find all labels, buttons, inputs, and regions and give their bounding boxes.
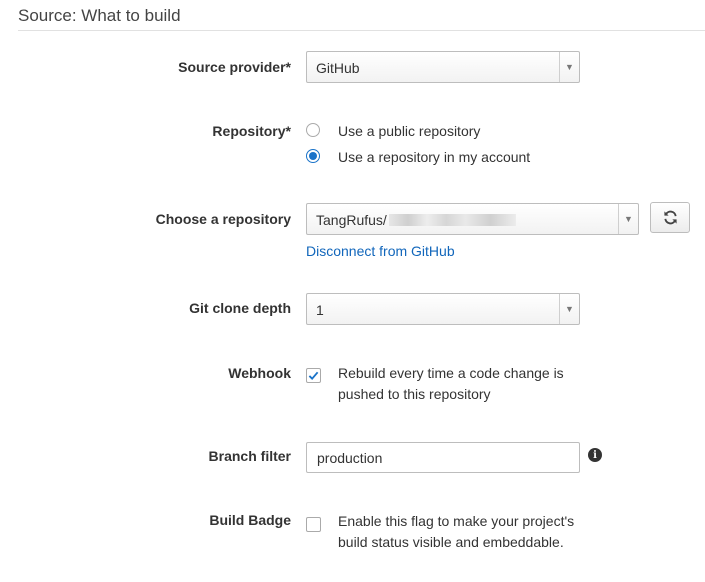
git-clone-depth-select[interactable]: 1 ▼ [306,293,580,325]
info-icon[interactable]: i [588,448,602,462]
build-badge-label: Build Badge [209,512,291,528]
section-divider [18,30,705,31]
chevron-down-icon: ▼ [559,52,579,82]
build-badge-description: Enable this flag to make your project's … [338,513,575,550]
chevron-down-icon: ▼ [618,204,638,234]
source-provider-select[interactable]: GitHub ▼ [306,51,580,83]
webhook-description: Rebuild every time a code change is push… [338,365,564,402]
chevron-down-icon: ▼ [559,294,579,324]
source-provider-value: GitHub [316,60,360,76]
build-badge-checkbox[interactable] [306,517,321,532]
disconnect-github-link[interactable]: Disconnect from GitHub [306,243,455,259]
refresh-repositories-button[interactable] [650,202,690,233]
repository-label: Repository* [212,123,291,139]
choose-repository-label: Choose a repository [155,211,291,227]
refresh-icon [663,210,677,225]
webhook-label: Webhook [228,365,291,381]
section-title: Source: What to build [18,6,181,25]
public-repository-radio[interactable] [306,123,320,137]
checkmark-icon [308,371,319,381]
account-repository-radio[interactable] [306,149,320,163]
branch-filter-label: Branch filter [208,448,291,464]
redacted-repository-name [389,214,516,226]
branch-filter-input[interactable] [306,442,580,473]
git-clone-depth-value: 1 [316,302,324,318]
webhook-checkbox[interactable] [306,368,321,383]
git-clone-depth-label: Git clone depth [189,300,291,316]
source-provider-label: Source provider* [178,59,291,75]
choose-repository-value: TangRufus/ [316,212,387,228]
public-repository-option-label[interactable]: Use a public repository [338,123,480,139]
account-repository-option-label[interactable]: Use a repository in my account [338,149,530,165]
